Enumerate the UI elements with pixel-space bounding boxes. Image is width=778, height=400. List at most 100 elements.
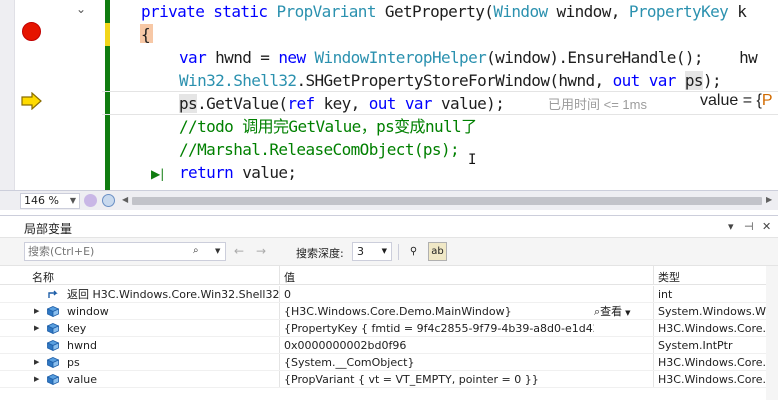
cell-divider: [653, 320, 654, 337]
raw-view-icon[interactable]: ab: [428, 242, 447, 261]
search-input[interactable]: [25, 243, 195, 260]
health-icon[interactable]: [84, 194, 97, 207]
copilot-icon[interactable]: [102, 194, 115, 207]
code-token: ref: [287, 94, 324, 113]
column-type[interactable]: 类型: [658, 269, 680, 285]
variable-value: 0: [284, 288, 291, 301]
code-token: (window).EnsureHandle();: [486, 48, 703, 67]
vertical-scrollbar[interactable]: [766, 266, 778, 400]
cell-divider: [279, 286, 280, 303]
code-token: );: [702, 71, 722, 90]
scroll-right-icon[interactable]: ▶: [766, 195, 772, 204]
expand-chevron-icon[interactable]: ▶: [34, 303, 39, 320]
cell-divider: [279, 354, 280, 371]
field-icon: [47, 374, 59, 385]
code-token: PropVariant: [276, 2, 385, 21]
variable-type: System.IntPtr: [658, 339, 733, 352]
fold-chevron-icon[interactable]: ⌄: [76, 2, 86, 16]
panel-title: 局部变量: [24, 222, 73, 236]
code-token: ps: [684, 71, 704, 90]
code-token: //todo 调用完GetValue，ps变成null了: [179, 117, 477, 136]
scroll-left-icon[interactable]: ◀: [122, 195, 128, 204]
inline-value-hint[interactable]: value = {P: [700, 92, 773, 110]
code-line[interactable]: Win32.Shell32.SHGetPropertyStoreForWindo…: [179, 69, 722, 92]
column-divider[interactable]: [653, 266, 654, 285]
column-value[interactable]: 值: [284, 269, 295, 285]
code-line[interactable]: return value;: [179, 161, 297, 184]
change-indicator: [105, 0, 110, 23]
row-divider: [0, 387, 778, 388]
locals-row[interactable]: ▶ value {PropVariant { vt = VT_EMPTY, poin…: [0, 371, 778, 388]
variable-value: {System.__ComObject}: [284, 356, 415, 369]
code-line[interactable]: //Marshal.ReleaseComObject(ps);: [179, 138, 460, 161]
code-token: ps: [179, 94, 198, 113]
cell-divider: [653, 337, 654, 354]
locals-row[interactable]: ▶ key {PropertyKey { fmtid = 9f4c2855-9f79…: [0, 320, 778, 337]
code-token: hw: [702, 48, 758, 67]
search-icon[interactable]: ⌕: [193, 245, 199, 256]
variable-name: value: [67, 373, 98, 386]
pin-icon[interactable]: ⊣: [744, 220, 754, 233]
editor-status-bar: 146 % ▼ ◀ ▶: [0, 190, 778, 210]
cell-divider: [279, 320, 280, 337]
expand-chevron-icon[interactable]: ▶: [34, 354, 39, 371]
current-statement-arrow-icon[interactable]: [21, 92, 43, 110]
search-depth-label: 搜索深度:: [296, 247, 344, 260]
search-depth-select[interactable]: 3 ▼: [352, 242, 392, 261]
variable-name: hwnd: [67, 339, 97, 352]
chevron-down-icon[interactable]: ▼: [215, 247, 220, 255]
code-token: .SHGetPropertyStoreForWindow(hwnd,: [296, 71, 613, 90]
variable-type: H3C.Windows.Core.I...: [658, 356, 776, 369]
code-token: Win32.Shell32: [179, 71, 297, 90]
close-icon[interactable]: ✕: [762, 220, 771, 233]
column-divider[interactable]: [279, 266, 280, 285]
change-indicator: [105, 23, 110, 46]
zoom-selector[interactable]: 146 % ▼: [20, 193, 80, 209]
code-token: GetProperty(: [384, 2, 494, 21]
code-line[interactable]: private static PropVariant GetProperty(W…: [141, 0, 747, 23]
code-token: window,: [556, 2, 629, 21]
variable-type: int: [658, 288, 673, 301]
search-previous-icon[interactable]: ←: [234, 244, 244, 258]
expand-chevron-icon[interactable]: ▶: [34, 371, 39, 388]
chevron-down-icon: ▼: [381, 247, 387, 255]
locals-column-headers: 名称 值 类型: [0, 266, 778, 285]
field-icon: [47, 306, 59, 317]
inline-value-label: value = {: [700, 92, 762, 109]
expand-chevron-icon[interactable]: ▶: [34, 320, 39, 337]
column-name[interactable]: 名称: [32, 269, 54, 285]
locals-row[interactable]: ▶ ps {System.__ComObject} H3C.Windows.Core.…: [0, 354, 778, 371]
perf-tip[interactable]: 已用时间 <= 1ms: [548, 94, 647, 113]
change-indicator: [105, 46, 110, 190]
cell-divider: [279, 337, 280, 354]
variable-name: 返回 H3C.Windows.Core.Win32.Shell32.SHGetP…: [67, 288, 279, 301]
locals-row[interactable]: hwnd 0x0000000002bd0f96 System.IntPtr: [0, 337, 778, 354]
locals-row[interactable]: 返回 H3C.Windows.Core.Win32.Shell32.SHGetP…: [0, 286, 778, 303]
code-token: private static: [141, 2, 277, 21]
search-box[interactable]: ⌕ ▼: [24, 242, 226, 261]
code-token: out var: [368, 94, 441, 113]
locals-row[interactable]: ▶ window {H3C.Windows.Core.Demo.MainWindow…: [0, 303, 778, 320]
variable-value: {PropertyKey { fmtid = 9f4c2855-9f79-4b3…: [284, 322, 594, 335]
run-to-click-icon[interactable]: ▶|: [151, 167, 164, 181]
code-token: {: [141, 25, 151, 44]
chevron-down-icon: ▼: [625, 309, 631, 317]
horizontal-scrollbar[interactable]: [132, 197, 762, 205]
pin-source-icon[interactable]: ⚲: [404, 242, 423, 261]
code-line[interactable]: var hwnd = new WindowInteropHelper(windo…: [179, 46, 758, 69]
code-line[interactable]: ps.GetValue(ref key, out var value);: [179, 92, 505, 115]
cell-divider: [653, 371, 654, 388]
code-token: WindowInteropHelper: [314, 48, 487, 67]
breakpoint-icon[interactable]: [22, 22, 41, 41]
window-position-icon[interactable]: ▾: [728, 220, 734, 233]
cell-divider: [279, 371, 280, 388]
code-line[interactable]: {: [141, 23, 151, 46]
code-line[interactable]: //todo 调用完GetValue，ps变成null了: [179, 115, 477, 138]
code-token: PropertyKey: [628, 2, 738, 21]
variable-name: key: [67, 322, 87, 335]
chevron-down-icon: ▼: [69, 196, 76, 205]
return-icon: [48, 290, 58, 298]
search-next-icon[interactable]: →: [256, 244, 266, 258]
zoom-value: 146 %: [24, 194, 59, 207]
code-editor[interactable]: ⌄ private static PropVariant GetProperty…: [0, 0, 778, 190]
